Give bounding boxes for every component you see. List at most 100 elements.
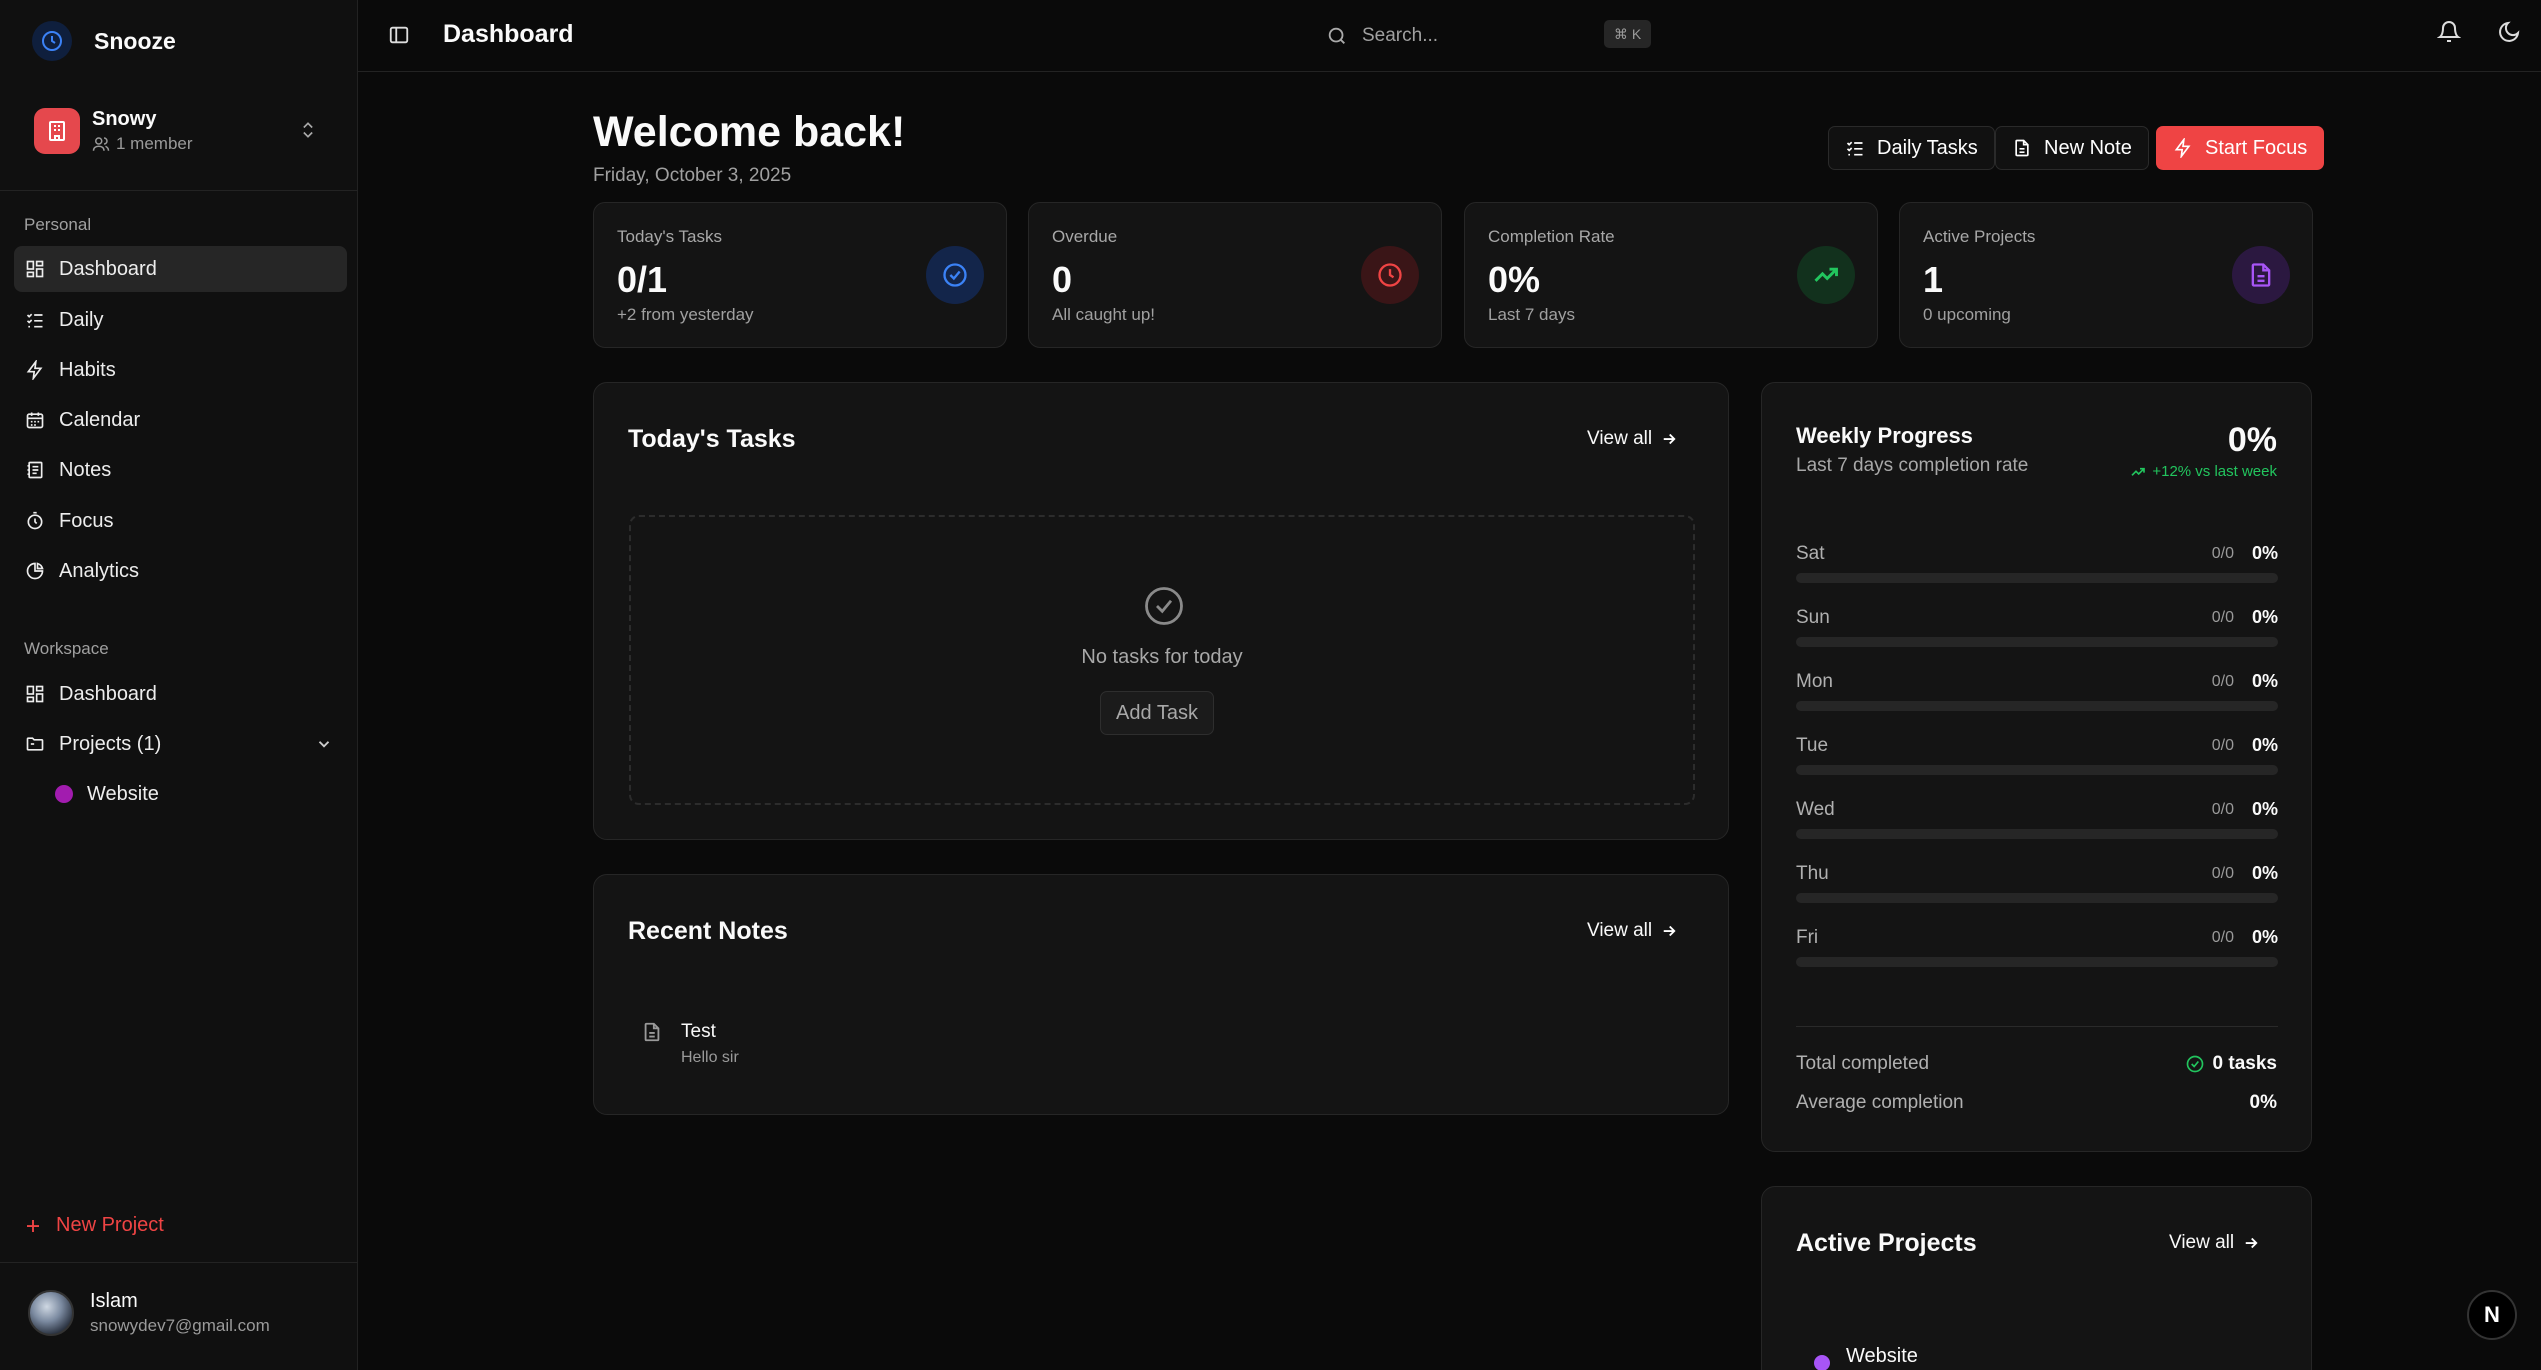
view-all-link[interactable]: View all: [1587, 920, 1678, 942]
daily-tasks-button[interactable]: Daily Tasks: [1828, 126, 1995, 170]
sidebar-item-label: Daily: [59, 308, 104, 331]
card-title: Weekly Progress: [1796, 423, 1973, 448]
stat-sub: All caught up!: [1052, 305, 1156, 324]
sidebar-item-notes[interactable]: Notes: [14, 447, 347, 493]
app-name: Snooze: [94, 27, 176, 54]
check-circle-icon: [926, 246, 984, 304]
chevron-down-icon[interactable]: [315, 735, 333, 753]
day-row-fri: Fri 0/0 0%: [1796, 927, 2278, 967]
day-percent: 0%: [2251, 671, 2278, 691]
sidebar-item-workspace-dashboard[interactable]: Dashboard: [14, 671, 347, 717]
sidebar-item-analytics[interactable]: Analytics: [14, 548, 347, 594]
user-menu[interactable]: Islam snowydev7@gmail.com: [28, 1290, 270, 1336]
note-item[interactable]: Test Hello sir: [641, 1021, 739, 1067]
app-root: Snooze Snowy 1 member Personal Dashboard: [0, 0, 2541, 1370]
stat-value: 1: [1923, 259, 1944, 300]
progress-bar: [1796, 829, 2278, 839]
progress-bar: [1796, 637, 2278, 647]
calendar-icon: [26, 412, 44, 429]
start-focus-button[interactable]: Start Focus: [2156, 126, 2325, 170]
new-note-label: New Note: [2044, 136, 2132, 159]
weekly-trend-text: +12% vs last week: [2152, 463, 2277, 480]
project-color-dot: [1814, 1355, 1830, 1370]
weekly-percent: 0%: [2227, 421, 2277, 459]
project-item[interactable]: Website: [1814, 1341, 1918, 1370]
sidebar-item-calendar[interactable]: Calendar: [14, 397, 347, 443]
new-note-button[interactable]: New Note: [1995, 126, 2149, 170]
day-row-tue: Tue 0/0 0%: [1796, 735, 2278, 775]
current-date: Friday, October 3, 2025: [593, 165, 792, 186]
divider: [0, 190, 358, 191]
day-name: Thu: [1796, 863, 1829, 884]
stat-label: Active Projects: [1923, 227, 2036, 246]
list-check-icon: [26, 313, 43, 328]
sidebar-item-label: Habits: [59, 358, 116, 381]
divider: [0, 1262, 358, 1263]
stat-value: 0: [1052, 259, 1073, 300]
day-percent: 0%: [2251, 543, 2278, 563]
progress-bar: [1796, 893, 2278, 903]
stat-card-todays-tasks[interactable]: Today's Tasks 0/1 +2 from yesterday: [593, 202, 1007, 348]
sidebar-toggle-icon[interactable]: [388, 24, 410, 46]
sidebar-item-label: Focus: [59, 509, 114, 532]
day-count: 0/0: [2211, 609, 2234, 626]
empty-message: No tasks for today: [1081, 646, 1243, 668]
weekly-progress-card: Weekly Progress Last 7 days completion r…: [1761, 382, 2312, 1152]
recent-notes-card: Recent Notes View all Test Hello sir: [593, 874, 1729, 1115]
view-all-link[interactable]: View all: [1587, 428, 1678, 450]
sidebar-item-projects[interactable]: Projects (1): [14, 721, 347, 767]
new-project-button[interactable]: New Project: [24, 1214, 164, 1237]
day-row-sat: Sat 0/0 0%: [1796, 543, 2278, 583]
pie-chart-icon: [26, 562, 44, 580]
user-name: Islam: [90, 1290, 138, 1312]
day-count: 0/0: [2211, 545, 2234, 562]
brand[interactable]: Snooze: [32, 20, 176, 62]
stat-value: 0%: [1488, 259, 1541, 300]
stat-card-overdue[interactable]: Overdue 0 All caught up!: [1028, 202, 1442, 348]
day-name: Mon: [1796, 671, 1833, 692]
view-all-link[interactable]: View all: [2169, 1232, 2260, 1254]
sidebar-item-dashboard[interactable]: Dashboard: [14, 246, 347, 292]
day-row-sun: Sun 0/0 0%: [1796, 607, 2278, 647]
sidebar-item-project-website[interactable]: Website: [44, 771, 347, 817]
start-focus-label: Start Focus: [2205, 136, 2308, 159]
day-count: 0/0: [2211, 801, 2234, 818]
day-row-wed: Wed 0/0 0%: [1796, 799, 2278, 839]
dev-tools-badge[interactable]: N: [2467, 1290, 2517, 1340]
bell-icon[interactable]: [2437, 20, 2461, 44]
personal-group-label: Personal: [24, 215, 92, 234]
new-project-label: New Project: [56, 1214, 164, 1236]
sidebar-item-daily[interactable]: Daily: [14, 297, 347, 343]
stat-sub: Last 7 days: [1488, 305, 1575, 324]
stat-card-active-projects[interactable]: Active Projects 1 0 upcoming: [1899, 202, 2313, 348]
sidebar-item-habits[interactable]: Habits: [14, 347, 347, 393]
arrow-right-icon: [1663, 433, 1676, 445]
avatar: [28, 1290, 74, 1336]
stat-sub: 0 upcoming: [1923, 305, 2011, 324]
stat-label: Completion Rate: [1488, 227, 1615, 246]
team-members: 1 member: [116, 134, 193, 153]
day-name: Sat: [1796, 543, 1825, 564]
moon-icon[interactable]: [2497, 20, 2521, 44]
add-task-button[interactable]: Add Task: [1100, 691, 1214, 735]
team-switcher[interactable]: Snowy 1 member: [14, 96, 344, 166]
stat-card-completion-rate[interactable]: Completion Rate 0% Last 7 days: [1464, 202, 1878, 348]
day-percent: 0%: [2251, 607, 2278, 627]
average-completion-label: Average completion: [1796, 1092, 1964, 1113]
arrow-right-icon: [1663, 925, 1676, 937]
sidebar-item-focus[interactable]: Focus: [14, 498, 347, 544]
average-completion-value: 0%: [2249, 1092, 2277, 1113]
user-email: snowydev7@gmail.com: [90, 1316, 270, 1335]
day-row-thu: Thu 0/0 0%: [1796, 863, 2278, 903]
users-icon: [92, 137, 110, 151]
trending-up-icon: [2131, 467, 2146, 476]
view-all-label: View all: [1587, 428, 1653, 449]
stat-value: 0/1: [617, 259, 668, 300]
daily-tasks-label: Daily Tasks: [1877, 136, 1978, 159]
document-icon: [2015, 139, 2029, 157]
sidebar-item-label: Projects (1): [59, 732, 162, 755]
folder-icon: [26, 737, 44, 751]
progress-bar: [1796, 957, 2278, 967]
day-count: 0/0: [2211, 929, 2234, 946]
day-name: Wed: [1796, 799, 1835, 820]
